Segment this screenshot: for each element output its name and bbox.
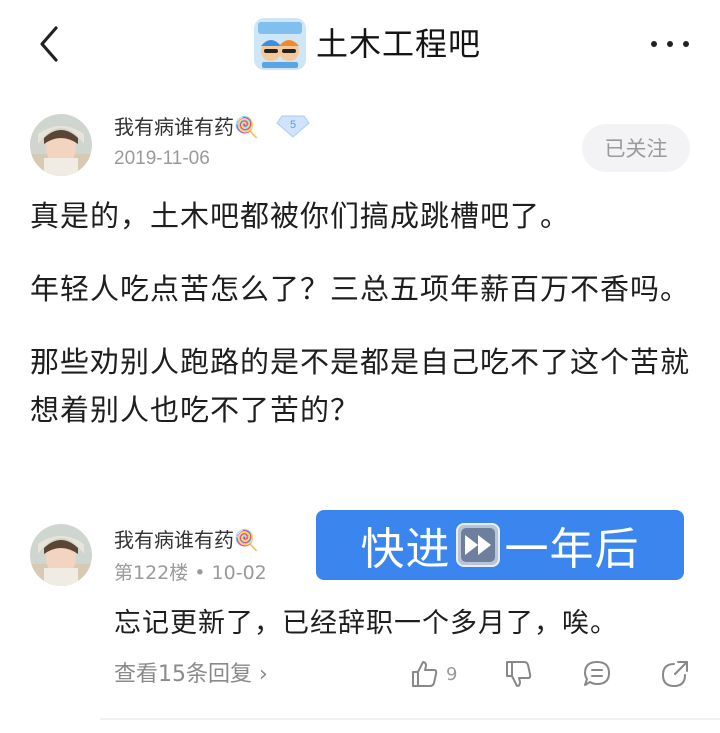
reply-author-avatar[interactable] bbox=[30, 524, 92, 586]
caption-left-text: 快进 bbox=[360, 524, 451, 575]
author-name[interactable]: 我有病谁有药🍭 bbox=[114, 114, 259, 140]
thumbs-up-icon bbox=[412, 661, 438, 687]
thumbs-down-icon bbox=[506, 661, 532, 687]
author-avatar[interactable] bbox=[30, 114, 92, 176]
like-count: 9 bbox=[446, 663, 458, 685]
divider bbox=[100, 718, 720, 720]
comment-button[interactable] bbox=[582, 656, 612, 692]
comment-bubble-icon bbox=[584, 661, 610, 686]
fast-forward-icon bbox=[455, 523, 500, 567]
level-badge: 5 bbox=[276, 114, 310, 138]
post-date: 2019-11-06 bbox=[114, 148, 210, 169]
forum-logo[interactable] bbox=[254, 18, 306, 70]
post-paragraph: 年轻人吃点苦怎么了？三总五项年薪百万不香吗。 bbox=[30, 272, 691, 306]
follow-button[interactable]: 已关注 bbox=[582, 124, 690, 172]
more-dots-icon bbox=[651, 41, 689, 47]
fast-forward-caption: 快进 一年后 bbox=[316, 510, 684, 580]
reply-author-name[interactable]: 我有病谁有药🍭 bbox=[114, 527, 259, 553]
post-body: 真是的，土木吧都被你们搞成跳槽吧了。 年轻人吃点苦怎么了？三总五项年薪百万不香吗… bbox=[30, 192, 690, 459]
caption-right-text: 一年后 bbox=[504, 524, 640, 575]
post-paragraph: 真是的，土木吧都被你们搞成跳槽吧了。 bbox=[30, 199, 571, 233]
view-replies-link[interactable]: 查看15条回复 › bbox=[114, 660, 268, 690]
share-button[interactable] bbox=[660, 656, 690, 692]
forum-title[interactable]: 土木工程吧 bbox=[316, 24, 481, 64]
like-button[interactable]: 9 bbox=[410, 656, 457, 692]
top-bar: 土木工程吧 bbox=[0, 0, 720, 92]
reply-text: 忘记更新了，已经辞职一个多月了，唉。 bbox=[114, 608, 618, 639]
share-icon bbox=[661, 661, 688, 688]
dislike-button[interactable] bbox=[504, 656, 534, 692]
chevron-left-icon bbox=[40, 26, 58, 62]
more-options-button[interactable] bbox=[646, 26, 694, 62]
svg-text:5: 5 bbox=[290, 119, 296, 131]
reply-floor-meta: 第122楼 • 10-02 bbox=[114, 562, 267, 584]
post-paragraph: 那些劝别人跑路的是不是都是自己吃不了这个苦就想着别人也吃不了苦的？ bbox=[30, 345, 691, 427]
back-button[interactable] bbox=[30, 22, 70, 66]
